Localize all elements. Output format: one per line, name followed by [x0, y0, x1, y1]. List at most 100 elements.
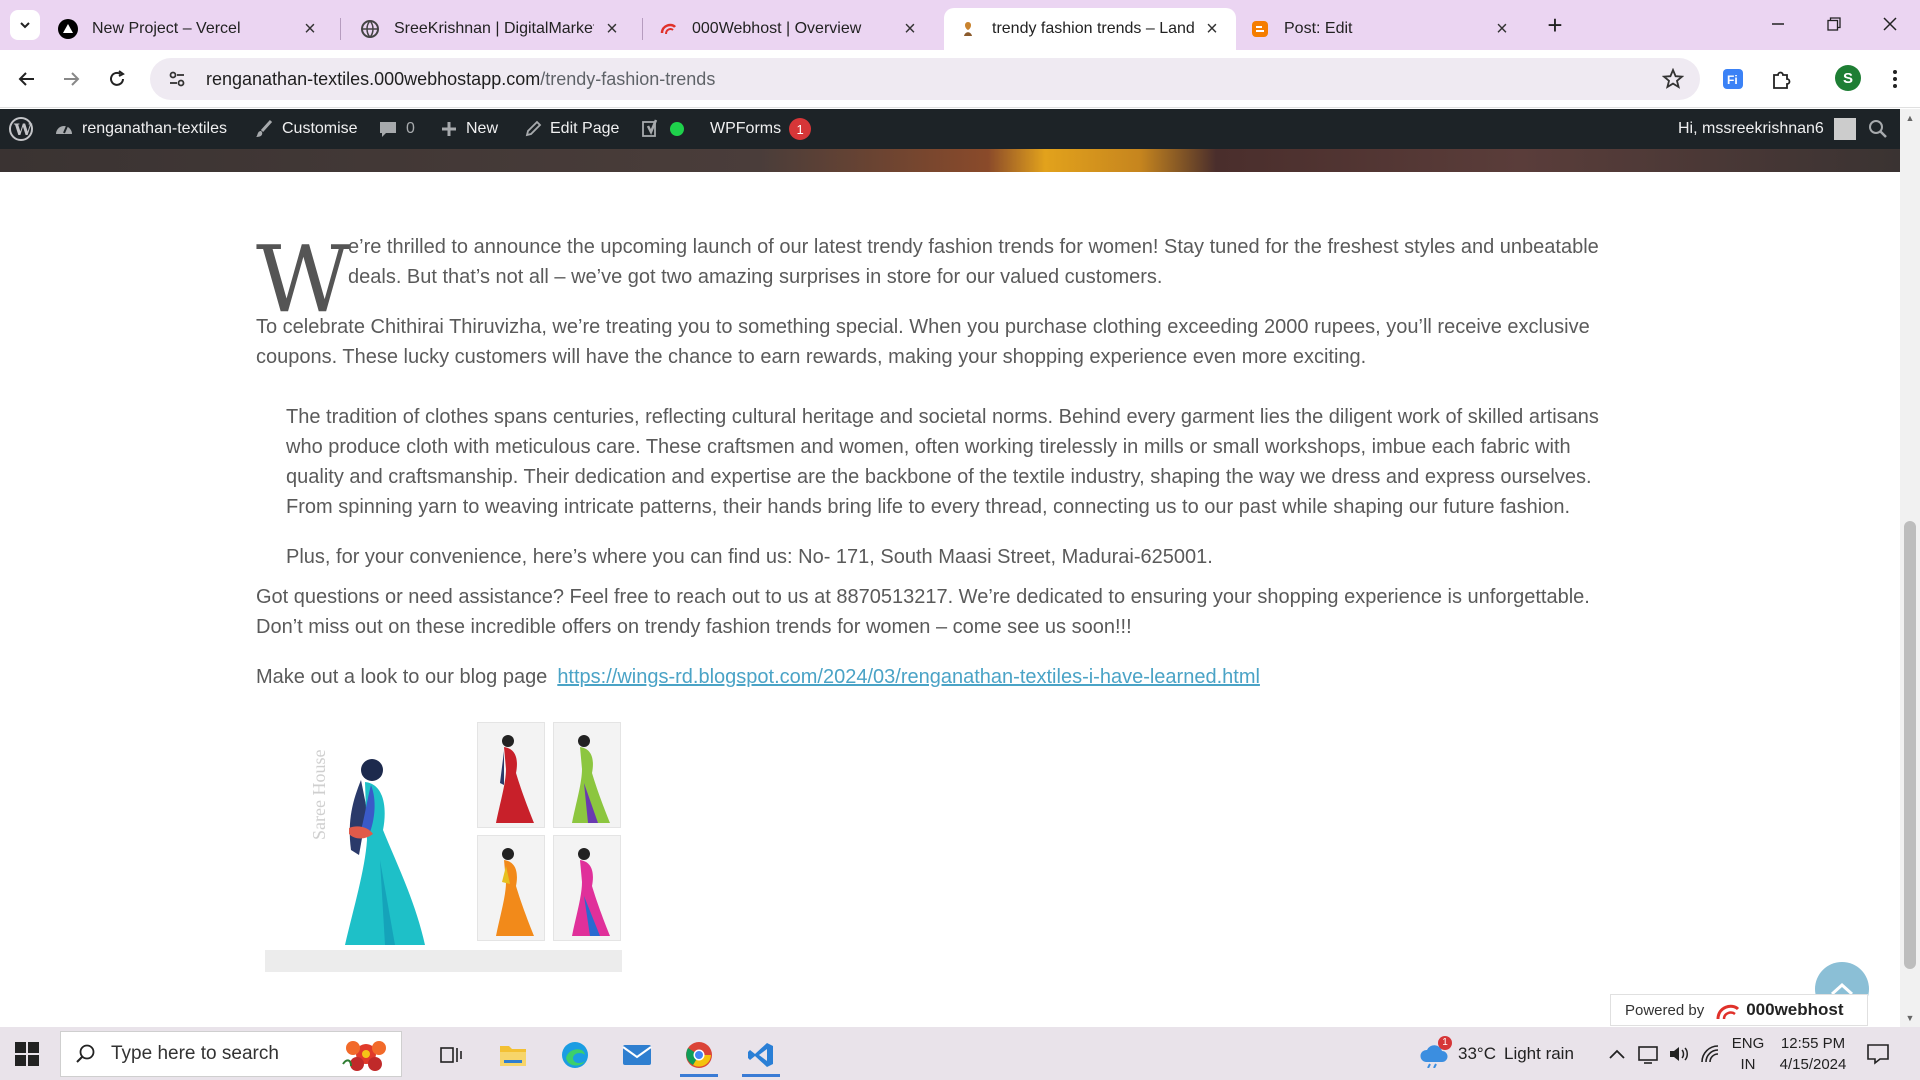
admin-new[interactable]: New: [440, 109, 498, 149]
celebration-paragraph: To celebrate Chithirai Thiruvizha, we’re…: [256, 316, 1590, 368]
dashboard-gauge-icon: [54, 119, 74, 139]
tab-trendy-fashion[interactable]: trendy fashion trends – Landma ×: [944, 8, 1236, 50]
extensions-button[interactable]: [1766, 64, 1796, 94]
search-icon: [75, 1043, 97, 1065]
search-highlight-flower-icon: [342, 1041, 386, 1071]
tab-000webhost[interactable]: 000Webhost | Overview ×: [644, 8, 934, 50]
task-view-button[interactable]: [426, 1033, 476, 1077]
blog-link[interactable]: https://wings-rd.blogspot.com/2024/03/re…: [557, 666, 1260, 688]
tray-overflow-button[interactable]: [1608, 1027, 1626, 1080]
taskbar-edge[interactable]: [550, 1033, 600, 1077]
powered-by-badge[interactable]: Powered by 000webhost: [1610, 994, 1868, 1026]
plus-icon: [440, 120, 458, 138]
back-button[interactable]: [12, 64, 42, 94]
site-info-icon[interactable]: [162, 69, 192, 89]
weather-cloud-icon: 1: [1418, 1035, 1452, 1068]
restore-button[interactable]: [1806, 6, 1862, 42]
admin-wpforms[interactable]: WPForms 1: [710, 109, 812, 149]
vscode-icon: [748, 1043, 773, 1067]
taskbar-mail[interactable]: [612, 1033, 662, 1077]
close-icon: [1883, 17, 1897, 31]
customise-label: Customise: [282, 120, 358, 137]
admin-edit-page[interactable]: Edit Page: [524, 109, 619, 149]
admin-comments[interactable]: 0: [378, 109, 415, 149]
close-icon[interactable]: ×: [900, 19, 920, 39]
address-quote: Plus, for your convenience, here’s where…: [286, 546, 1213, 568]
close-window-button[interactable]: [1862, 6, 1918, 42]
saree-main-figure: [345, 759, 425, 945]
new-tab-button[interactable]: +: [1541, 12, 1569, 40]
weather-alert-badge: 1: [1438, 1035, 1452, 1050]
weather-widget[interactable]: 1 33°C Light rain: [1418, 1027, 1574, 1080]
language-indicator[interactable]: ENG IN: [1728, 1033, 1768, 1075]
admin-customise[interactable]: Customise: [254, 109, 358, 149]
minimize-button[interactable]: [1750, 6, 1806, 42]
page-scrollbar[interactable]: ▲ ▼: [1900, 109, 1920, 1027]
admin-account[interactable]: Hi, mssreekrishnan6: [1678, 109, 1856, 149]
site-name-label: renganathan-textiles: [82, 120, 227, 137]
speaker-icon: [1670, 1046, 1688, 1061]
tab-search-button[interactable]: [10, 10, 40, 40]
tab-separator: [642, 18, 643, 40]
seo-status-dot: [670, 122, 684, 136]
taskbar-search-input[interactable]: Type here to search: [60, 1031, 402, 1077]
wpforms-label: WPForms: [710, 120, 782, 137]
image-watermark: Saree House: [309, 749, 329, 840]
arrow-right-icon: [64, 72, 80, 86]
taskbar-chrome[interactable]: [674, 1033, 724, 1077]
admin-search[interactable]: [1868, 109, 1888, 149]
browser-menu-button[interactable]: [1880, 64, 1910, 94]
tab-vercel[interactable]: New Project – Vercel ×: [44, 8, 334, 50]
address-bar[interactable]: renganathan-textiles.000webhostapp.com/t…: [150, 58, 1700, 100]
tray-volume[interactable]: [1668, 1027, 1690, 1080]
tray-meet-now[interactable]: [1638, 1027, 1660, 1080]
saree-thumb-green: [553, 722, 621, 828]
profile-avatar[interactable]: S: [1835, 65, 1861, 91]
blogger-icon: [1250, 19, 1270, 39]
wifi-icon: [1701, 1044, 1719, 1062]
start-button[interactable]: [14, 1041, 40, 1067]
scrollbar-thumb[interactable]: [1904, 521, 1916, 969]
notifications-button[interactable]: [1866, 1027, 1890, 1080]
tab-separator: [340, 18, 341, 40]
taskbar-file-explorer[interactable]: [488, 1033, 538, 1077]
browser-tabstrip: New Project – Vercel × SreeKrishnan | Di…: [0, 0, 1920, 50]
bookmark-star-icon[interactable]: [1662, 68, 1684, 90]
taskbar-clock[interactable]: 12:55 PM 4/15/2024: [1768, 1033, 1858, 1075]
taskbar-vscode[interactable]: [736, 1033, 786, 1077]
close-icon[interactable]: ×: [1202, 19, 1222, 39]
close-icon[interactable]: ×: [300, 19, 320, 39]
admin-seo[interactable]: [640, 109, 684, 149]
tab-post-edit[interactable]: Post: Edit ×: [1236, 8, 1526, 50]
forward-button[interactable]: [56, 64, 86, 94]
search-placeholder: Type here to search: [111, 1043, 279, 1064]
monitor-icon: [1638, 1045, 1658, 1064]
tab-title: 000Webhost | Overview: [692, 20, 862, 37]
paintbrush-icon: [254, 119, 274, 139]
wordpress-icon: W: [9, 117, 33, 141]
contact-paragraph: Got questions or need assistance? Feel f…: [256, 586, 1590, 638]
globe-icon: [360, 19, 380, 39]
weather-temp: 33°C: [1458, 1043, 1496, 1063]
scroll-up-arrow-icon[interactable]: ▲: [1905, 113, 1915, 123]
comment-bubble-icon: [378, 119, 398, 139]
tab-sreekrishnan[interactable]: SreeKrishnan | DigitalMarketter ×: [346, 8, 636, 50]
tray-network[interactable]: [1700, 1027, 1720, 1080]
yoast-icon: [640, 118, 662, 140]
saree-image: Saree House: [265, 720, 622, 972]
reload-button[interactable]: [102, 64, 132, 94]
wp-logo-button[interactable]: W: [8, 109, 34, 149]
scroll-down-arrow-icon[interactable]: ▼: [1905, 1013, 1915, 1023]
reload-icon: [110, 70, 125, 86]
close-icon[interactable]: ×: [1492, 19, 1512, 39]
wp-admin-bar: W renganathan-textiles Customise 0 New E…: [0, 109, 1900, 149]
close-icon[interactable]: ×: [602, 19, 622, 39]
brand-name: 000webhost: [1746, 1000, 1844, 1019]
notification-icon: [1867, 1043, 1889, 1065]
mail-icon: [622, 1045, 652, 1065]
extension-translate-button[interactable]: Fi: [1718, 64, 1748, 94]
admin-site-name[interactable]: renganathan-textiles: [54, 109, 227, 149]
windows-logo-icon: [15, 1042, 39, 1066]
saree-thumb-orange: [477, 835, 545, 941]
browser-toolbar: renganathan-textiles.000webhostapp.com/t…: [0, 50, 1920, 108]
